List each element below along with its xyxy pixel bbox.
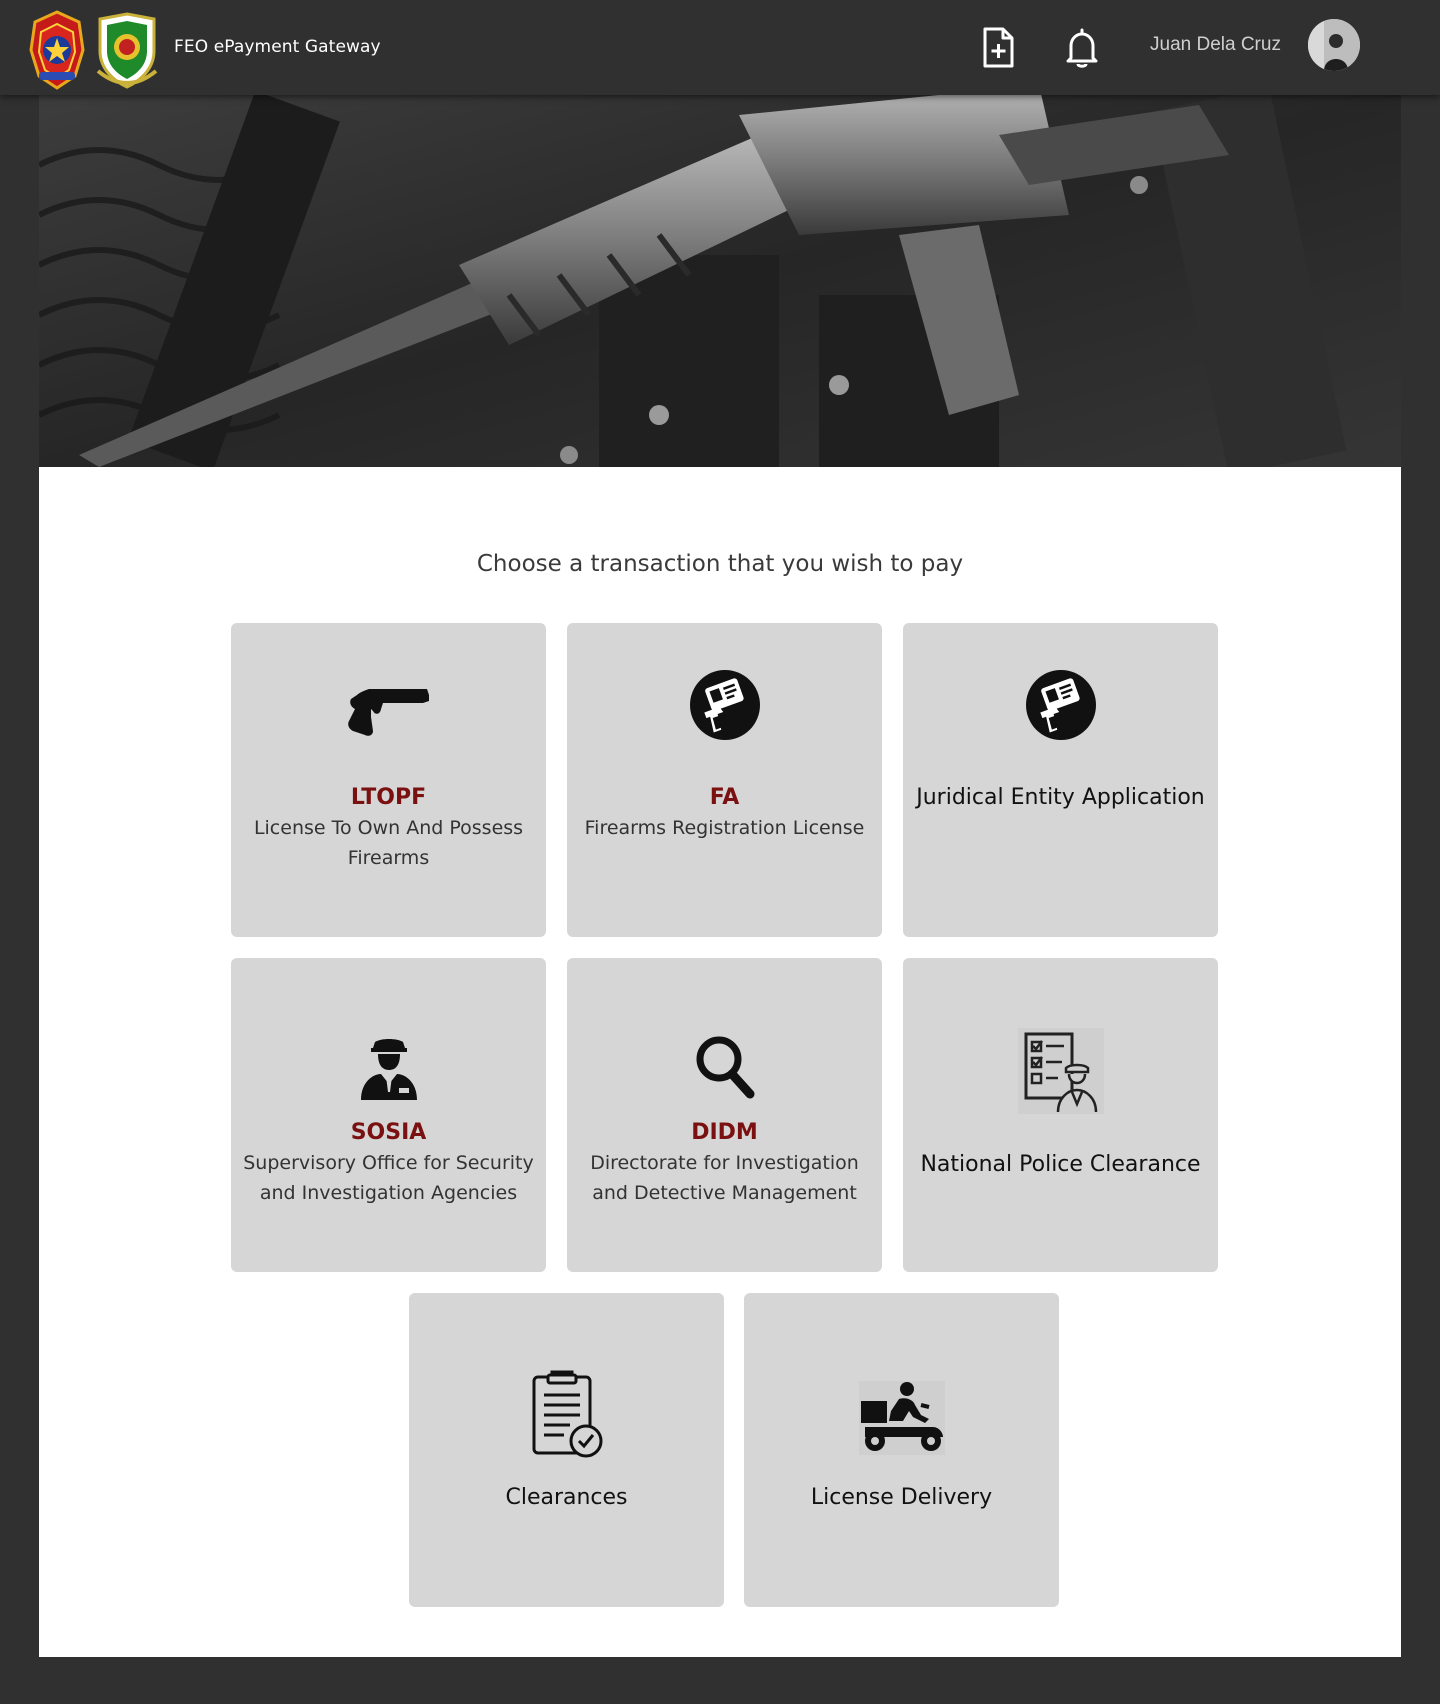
- tile-code: LTOPF: [350, 785, 427, 810]
- tile-code: SOSIA: [350, 1120, 427, 1145]
- police-checklist-icon: [1017, 1028, 1104, 1114]
- transaction-prompt: Choose a transaction that you wish to pa…: [476, 551, 964, 577]
- tile-ltopf[interactable]: LTOPF License To Own And Possess Firearm…: [231, 623, 546, 937]
- tile-sosia[interactable]: SOSIA Supervisory Office for Security an…: [231, 958, 546, 1272]
- tile-fa[interactable]: FA Firearms Registration License: [567, 623, 882, 937]
- delivery-scooter-icon: [858, 1381, 945, 1455]
- document-add-icon: [983, 27, 1014, 68]
- handgun-icon: [347, 689, 429, 736]
- tile-description: License To Own And Possess Firearms: [253, 817, 524, 869]
- tile-didm[interactable]: DIDM Directorate for Investigation and D…: [567, 958, 882, 1272]
- tile-title: License Delivery: [810, 1485, 993, 1510]
- tile-title: Clearances: [505, 1485, 628, 1510]
- notifications-button[interactable]: [1062, 26, 1102, 70]
- app-title: FEO ePayment Gateway: [174, 37, 381, 57]
- tile-title: National Police Clearance: [920, 1152, 1201, 1177]
- tile-description: Firearms Registration License: [584, 817, 865, 839]
- firearm-license-icon: [689, 670, 760, 740]
- user-name[interactable]: Juan Dela Cruz: [1150, 34, 1281, 56]
- tile-code: DIDM: [691, 1120, 758, 1145]
- tile-description: Directorate for Investigation and Detect…: [590, 1152, 859, 1204]
- clipboard-check-icon: [532, 1370, 602, 1458]
- pnp-logo: [29, 10, 85, 90]
- avatar[interactable]: [1308, 19, 1360, 71]
- bell-icon: [1066, 28, 1098, 68]
- new-document-button[interactable]: [978, 26, 1018, 70]
- hero-banner-image: [39, 95, 1401, 467]
- main-content: Choose a transaction that you wish to pa…: [39, 95, 1401, 1657]
- tile-juridical-entity-application[interactable]: Juridical Entity Application: [903, 623, 1218, 937]
- tile-license-delivery[interactable]: License Delivery: [744, 1293, 1059, 1607]
- firearm-license-icon: [1025, 670, 1096, 740]
- tile-clearances[interactable]: Clearances: [409, 1293, 724, 1607]
- tile-description: Supervisory Office for Security and Inve…: [243, 1152, 534, 1204]
- security-guard-icon: [360, 1039, 417, 1100]
- feo-logo: [94, 11, 160, 89]
- tile-national-police-clearance[interactable]: National Police Clearance: [903, 958, 1218, 1272]
- tile-code: FA: [709, 785, 740, 810]
- top-bar: FEO ePayment Gateway Juan Dela Cruz: [0, 0, 1440, 95]
- tile-title: Juridical Entity Application: [916, 785, 1205, 810]
- magnifier-icon: [696, 1036, 754, 1099]
